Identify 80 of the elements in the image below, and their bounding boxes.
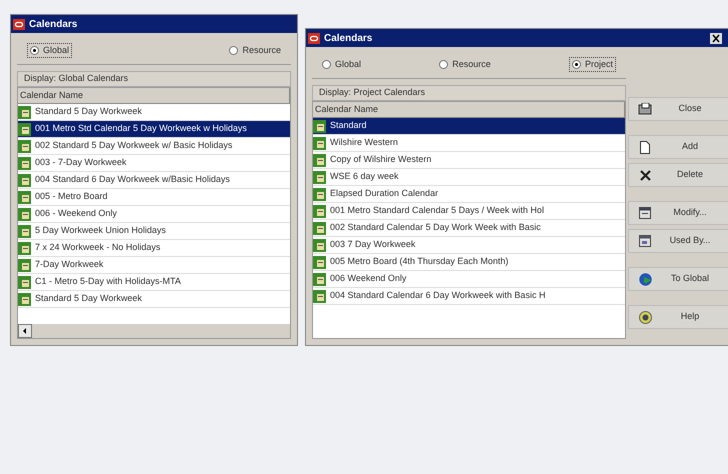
calendar-icon <box>18 122 31 136</box>
window-title: Calendars <box>324 32 372 46</box>
window-title: Calendars <box>29 18 78 32</box>
calendar-icon <box>313 188 326 200</box>
toolbar-button[interactable]: To Global <box>628 267 728 291</box>
calendar-row[interactable]: 001 Metro Standard Calendar 5 Days / Week with Hol <box>313 203 625 220</box>
calendar-row[interactable]: WSE 6 day week <box>313 169 625 186</box>
calendar-row[interactable]: 006 - Weekend Only <box>18 206 290 223</box>
calendar-row[interactable]: 002 Standard 5 Day Workweek w/ Basic Holidays <box>18 138 290 155</box>
calendar-row[interactable]: 003 - 7-Day Workweek <box>18 155 290 172</box>
radio-button[interactable] <box>229 46 238 55</box>
toolbar-button[interactable]: Used By... <box>628 229 728 253</box>
calendar-icon <box>18 292 31 306</box>
close-icon[interactable] <box>710 32 722 44</box>
calendar-icon <box>18 140 31 152</box>
column-header[interactable]: Calendar Name <box>18 88 290 104</box>
toolbar-button[interactable]: Help <box>628 305 728 329</box>
toolbar-button[interactable]: Add <box>628 135 728 159</box>
radio-option[interactable]: Global <box>322 58 362 72</box>
calendar-icon <box>18 106 31 118</box>
radio-button[interactable] <box>30 46 39 55</box>
calendar-icon <box>18 258 31 272</box>
calendar-icon <box>18 174 31 186</box>
scrollbar[interactable] <box>18 324 290 338</box>
calendar-icon <box>18 208 31 220</box>
calendar-icon <box>313 238 326 252</box>
radio-button[interactable] <box>322 60 331 69</box>
toolbar-button[interactable]: Delete <box>628 163 728 187</box>
calendar-row[interactable]: 002 Standard Calendar 5 Day Work Week with Basic <box>313 220 625 237</box>
calendar-row[interactable]: 7-Day Workweek <box>18 257 290 274</box>
calendar-row[interactable]: 7 x 24 Workweek - No Holidays <box>18 240 290 257</box>
calendar-icon <box>18 190 31 204</box>
globe-icon <box>638 272 652 286</box>
column-header[interactable]: Calendar Name <box>313 102 625 118</box>
calendar-icon <box>18 242 31 254</box>
close-icon <box>640 170 650 180</box>
window-icon <box>639 207 651 219</box>
calendar-row[interactable]: Wilshire Western <box>313 135 625 152</box>
calendar-icon <box>313 120 326 132</box>
window-icon <box>639 235 651 247</box>
door-icon <box>638 103 652 115</box>
calendar-icon <box>18 276 31 288</box>
calendar-icon <box>313 136 326 150</box>
radio-option[interactable]: Project <box>568 56 616 72</box>
calendar-row[interactable]: 006 Weekend Only <box>313 271 625 288</box>
radio-button[interactable] <box>572 60 581 69</box>
radio-option[interactable]: Resource <box>229 44 281 58</box>
calendar-row[interactable]: 001 Metro Std Calendar 5 Day Workweek w Holidays <box>18 121 290 138</box>
toolbar-button[interactable]: Close <box>628 97 728 121</box>
calendar-row[interactable]: Standard 5 Day Workweek <box>18 291 290 308</box>
calendar-row[interactable]: C1 - Metro 5-Day with Holidays-MTA <box>18 274 290 291</box>
calendar-icon <box>313 256 326 268</box>
page-icon <box>640 140 650 154</box>
radio-option[interactable]: Global <box>27 42 72 58</box>
radio-option[interactable]: Resource <box>439 58 491 72</box>
radio-button[interactable] <box>439 60 448 69</box>
calendar-row[interactable]: 005 Metro Board (4th Thursday Each Month) <box>313 254 625 271</box>
calendar-row[interactable]: 003 7 Day Workweek <box>313 237 625 254</box>
calendar-row[interactable]: Copy of Wilshire Western <box>313 152 625 169</box>
calendar-icon <box>313 290 326 302</box>
calendar-icon <box>313 154 326 166</box>
app-icon <box>308 32 320 44</box>
calendar-icon <box>18 224 31 238</box>
app-icon <box>13 18 25 30</box>
calendar-row[interactable]: 5 Day Workweek Union Holidays <box>18 223 290 240</box>
calendar-row[interactable]: Standard <box>313 118 625 135</box>
calendar-row[interactable]: 004 Standard Calendar 6 Day Workweek with Basic H <box>313 288 625 305</box>
help-icon <box>638 310 652 324</box>
toolbar-button[interactable]: Modify... <box>628 201 728 225</box>
calendar-icon <box>18 156 31 170</box>
calendar-icon <box>313 222 326 234</box>
calendar-row[interactable]: Elapsed Duration Calendar <box>313 186 625 203</box>
calendar-icon <box>313 170 326 184</box>
calendar-row[interactable]: 004 Standard 6 Day Workweek w/Basic Holidays <box>18 172 290 189</box>
display-label: Display: Project Calendars <box>312 85 626 101</box>
calendar-icon <box>313 272 326 286</box>
calendar-row[interactable]: 005 - Metro Board <box>18 189 290 206</box>
scroll-left-icon[interactable] <box>18 324 32 338</box>
calendar-icon <box>313 204 326 218</box>
display-label: Display: Global Calendars <box>17 71 291 87</box>
